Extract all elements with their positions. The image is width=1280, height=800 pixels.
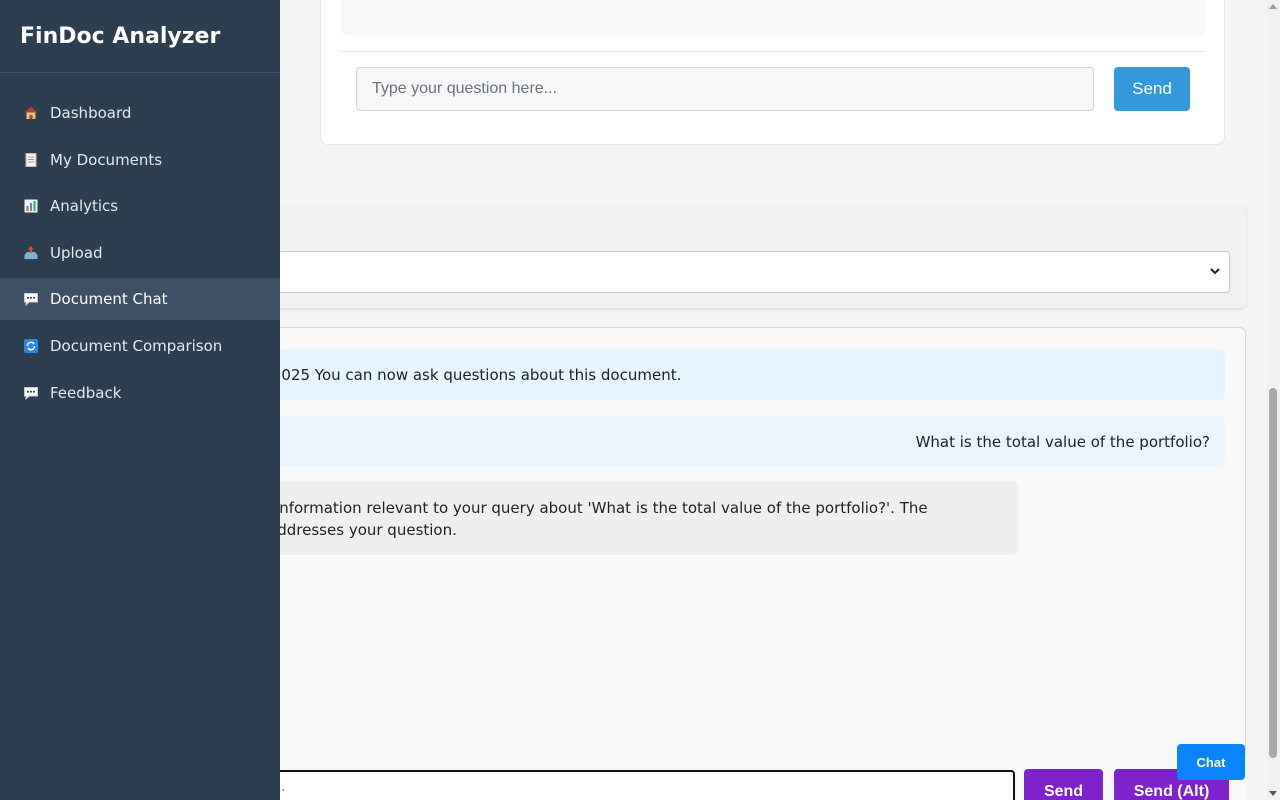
chat-toggle-button[interactable]: Chat xyxy=(1177,744,1245,780)
send-question-button[interactable]: Send xyxy=(1114,67,1190,111)
system-message-text: eport Q1 2025 You can now ask questions … xyxy=(201,366,682,384)
top-chat-messages xyxy=(341,0,1206,35)
sidebar-item-document-chat[interactable]: Document Chat xyxy=(0,278,280,321)
scroll-down-arrow-icon[interactable] xyxy=(1269,791,1277,796)
sidebar-item-document-comparison[interactable]: Document Comparison xyxy=(0,325,280,367)
sidebar-item-label: Dashboard xyxy=(50,104,132,122)
sidebar-item-dashboard[interactable]: Dashboard xyxy=(0,92,280,134)
user-message-text: What is the total value of the portfolio… xyxy=(915,433,1210,451)
upload-tray-icon xyxy=(22,244,40,262)
chevron-down-icon xyxy=(1209,265,1221,281)
assistant-message-line-1: d found information relevant to your que… xyxy=(213,499,928,517)
assistant-message: d found information relevant to your que… xyxy=(213,482,1019,555)
chat-message-input[interactable] xyxy=(240,770,1015,800)
document-icon xyxy=(22,151,40,169)
app-title: FinDoc Analyzer xyxy=(0,0,280,73)
sidebar-item-label: Document Chat xyxy=(50,290,168,309)
question-input[interactable] xyxy=(356,67,1094,111)
scroll-up-arrow-icon[interactable] xyxy=(1269,4,1277,9)
sidebar: FinDoc Analyzer Dashboard My Documents A… xyxy=(0,0,280,800)
sidebar-nav: Dashboard My Documents Analytics Upload … xyxy=(0,92,280,414)
chat-input-area: ent... Send Send (Alt) xyxy=(240,755,1246,800)
speech-bubble-icon xyxy=(22,384,40,402)
system-message: eport Q1 2025 You can now ask questions … xyxy=(201,349,1225,400)
divider xyxy=(341,51,1204,52)
sidebar-item-label: My Documents xyxy=(50,150,163,169)
document-select-card xyxy=(240,206,1246,308)
sidebar-item-label: Upload xyxy=(50,243,103,262)
send-button[interactable]: Send xyxy=(1024,769,1103,800)
speech-bubble-icon xyxy=(22,290,40,308)
top-chat-panel: Send xyxy=(320,0,1225,145)
page-scrollbar[interactable] xyxy=(1266,0,1280,800)
sidebar-item-analytics[interactable]: Analytics xyxy=(0,185,280,227)
user-message: What is the total value of the portfolio… xyxy=(241,416,1225,467)
sidebar-item-label: Document Comparison xyxy=(50,336,223,355)
refresh-icon xyxy=(22,337,40,355)
sidebar-item-feedback[interactable]: Feedback xyxy=(0,372,280,414)
chat-messages-panel: eport Q1 2025 You can now ask questions … xyxy=(201,327,1246,800)
sidebar-item-label: Analytics xyxy=(50,197,119,216)
sidebar-item-my-documents[interactable]: My Documents xyxy=(0,139,280,181)
document-select[interactable] xyxy=(250,251,1230,293)
bar-chart-icon xyxy=(22,197,40,215)
house-icon xyxy=(22,104,40,122)
assistant-message-line-2: ta that addresses your question. xyxy=(213,521,457,539)
sidebar-item-label: Feedback xyxy=(50,383,122,402)
scroll-thumb[interactable] xyxy=(1269,388,1277,758)
sidebar-item-upload[interactable]: Upload xyxy=(0,232,280,274)
